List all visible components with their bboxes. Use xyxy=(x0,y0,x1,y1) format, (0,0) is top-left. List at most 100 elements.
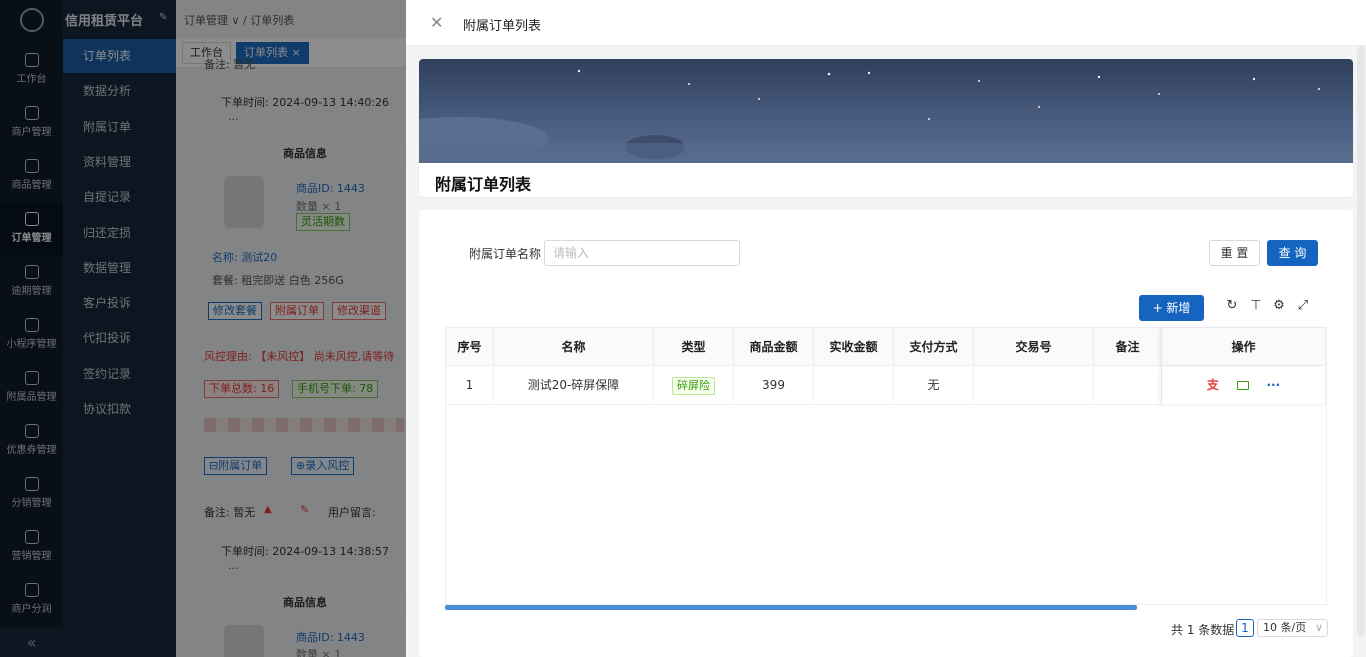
product-info-header: 商品信息 xyxy=(204,143,406,165)
modify-package-button[interactable]: 修改套餐 xyxy=(208,302,262,320)
rail-item-5[interactable]: 小程序管理 xyxy=(0,309,63,361)
cell-pay-method: 无 xyxy=(894,366,974,405)
order-time-2: 下单时间: 2024-09-13 14:38:57 xyxy=(221,545,390,558)
cell-trade-no xyxy=(974,366,1094,405)
edit-icon[interactable]: ✎ xyxy=(300,503,309,516)
page-title: 附属订单列表 xyxy=(435,175,532,194)
cell-actions: 支 ··· xyxy=(1162,366,1326,405)
sub-order-table: 序号 名称 类型 商品金额 实收金额 支付方式 交易号 备注 操作 1 测试20… xyxy=(445,327,1327,605)
breadcrumb[interactable]: 订单管理 ∨ / 订单列表 xyxy=(184,12,294,28)
col-index: 序号 xyxy=(446,328,494,366)
drawer-header: ✕ 附属订单列表 xyxy=(406,0,1366,46)
cell-amount: 399 xyxy=(734,366,814,405)
order-total-stat: 下单总数: 16 xyxy=(204,380,280,398)
reset-button[interactable]: 重 置 xyxy=(1209,240,1260,266)
risk-reason: 风控理由: 【未风控】 尚未风控,请等待 xyxy=(204,350,395,363)
close-icon[interactable]: × xyxy=(292,46,301,59)
submenu-item-0[interactable]: 订单列表 xyxy=(63,39,176,73)
submenu-item-9[interactable]: 签约记录 xyxy=(63,357,176,391)
rail-item-1[interactable]: 商户管理 xyxy=(0,97,63,149)
rail-item-label: 订单管理 xyxy=(11,233,52,244)
order-note: 备注: 暂无 xyxy=(204,506,256,519)
search-input[interactable]: 请输入 xyxy=(544,240,740,266)
pagination-page[interactable]: 1 xyxy=(1236,619,1254,637)
rail-item-10[interactable]: 商户分润 xyxy=(0,574,63,626)
column-height-icon[interactable]: ⊤ xyxy=(1248,298,1264,314)
user-message: 用户留言: xyxy=(328,506,376,519)
pin-icon[interactable]: ✎ xyxy=(159,12,167,23)
collapse-button[interactable]: « xyxy=(0,628,63,657)
col-amount: 商品金额 xyxy=(734,328,814,366)
rail-item-label: 小程序管理 xyxy=(6,339,57,350)
caret-up-icon[interactable]: ▲ xyxy=(264,504,272,515)
submenu-item-2[interactable]: 附属订单 xyxy=(63,110,176,144)
sub-order-button-2[interactable]: ⊟附属订单 xyxy=(204,457,268,475)
table-horizontal-scrollbar[interactable] xyxy=(445,605,1137,610)
submenu-item-4[interactable]: 自提记录 xyxy=(63,180,176,214)
fullscreen-icon[interactable]: ⤢ xyxy=(1295,298,1311,314)
rail-item-label: 商户管理 xyxy=(11,127,52,138)
watch-icon xyxy=(24,318,39,332)
sub-order-button[interactable]: 附属订单 xyxy=(270,302,324,320)
drawer-scrollbar[interactable] xyxy=(1357,46,1365,636)
query-button[interactable]: 查 询 xyxy=(1267,240,1318,266)
sub-order-button-2-label: 附属订单 xyxy=(218,459,263,472)
chart-icon xyxy=(24,477,39,491)
icon-rail: 工作台商户管理商品管理订单管理逾期管理小程序管理附属品管理优惠券管理分销管理 营销… xyxy=(0,0,63,657)
product-qty: 数量 × 1 xyxy=(296,200,342,213)
rail-item-label: 优惠券管理 xyxy=(6,445,57,456)
col-pay-method: 支付方式 xyxy=(894,328,974,366)
order-time: 下单时间: 2024-09-13 14:40:26 xyxy=(221,96,390,109)
rail-item-6[interactable]: 附属品管理 xyxy=(0,362,63,414)
refresh-icon[interactable]: ↻ xyxy=(1224,298,1240,314)
enter-risk-button[interactable]: ⊕录入风控 xyxy=(291,457,355,475)
rail-item-9[interactable]: 营销管理 xyxy=(0,521,63,573)
rail-item-4[interactable]: 逾期管理 xyxy=(0,256,63,308)
enter-risk-button-label: 录入风控 xyxy=(305,459,350,472)
rail-item-7[interactable]: 优惠券管理 xyxy=(0,415,63,467)
col-actions: 操作 xyxy=(1162,328,1326,366)
more-icon[interactable]: ··· xyxy=(1266,378,1280,392)
apple-icon xyxy=(24,159,39,173)
submenu-item-6[interactable]: 数据管理 xyxy=(63,251,176,285)
top-partial-note: 备注: 暂无 xyxy=(204,58,256,71)
add-button[interactable]: + 新增 xyxy=(1139,295,1204,321)
submenu: 信用租赁平台 ✎ 订单列表 数据分析 附属订单 资料管理 自提记录 归还定损 数据管理 客户投… xyxy=(63,0,176,657)
rail-item-8[interactable]: 分销管理 xyxy=(0,468,63,520)
drawer-title: 附属订单列表 xyxy=(463,19,542,34)
submenu-item-1[interactable]: 数据分析 xyxy=(63,74,176,108)
cell-name: 测试20-碎屏保障 xyxy=(494,366,654,405)
page-size-select[interactable]: 10 条/页 ∨ xyxy=(1257,619,1328,637)
card-icon[interactable] xyxy=(1236,381,1249,390)
submenu-item-3[interactable]: 资料管理 xyxy=(63,145,176,179)
rail-item-label: 商品管理 xyxy=(11,180,52,191)
submenu-item-10[interactable]: 协议扣款 xyxy=(63,392,176,426)
cell-remark xyxy=(1094,366,1162,405)
home-icon xyxy=(24,53,39,67)
product-package: 套餐: 租完即送 白色 256G xyxy=(212,274,344,287)
modify-channel-button[interactable]: 修改渠道 xyxy=(332,302,386,320)
rail-item-3[interactable]: 订单管理 xyxy=(0,203,63,255)
settings-icon[interactable]: ⚙ xyxy=(1271,298,1287,314)
submenu-item-7[interactable]: 客户投诉 xyxy=(63,286,176,320)
cell-index: 1 xyxy=(446,366,494,405)
order-more-dots-2[interactable]: ... xyxy=(228,559,239,572)
content-card: 附属订单名称 请输入 重 置 查 询 + 新增 ↻ ⊤ ⚙ ⤢ 序号 名称 类型… xyxy=(419,210,1353,657)
rail-item-0[interactable]: 工作台 xyxy=(0,44,63,96)
rail-item-label: 工作台 xyxy=(16,74,47,85)
product-image-2 xyxy=(224,625,264,657)
sub-order-drawer: ✕ 附属订单列表 附属订单列表 附属订单名称 请输入 重 置 查 询 + 新增 … xyxy=(406,0,1366,657)
trophy-icon xyxy=(24,212,39,226)
chevron-down-icon: ∨ xyxy=(1314,621,1323,634)
order-more-dots[interactable]: ... xyxy=(228,110,239,123)
close-drawer-icon[interactable]: ✕ xyxy=(430,13,443,32)
product-id: 商品ID: 1443 xyxy=(296,182,365,195)
submenu-item-5[interactable]: 归还定损 xyxy=(63,216,176,250)
rail-item-2[interactable]: 商品管理 xyxy=(0,150,63,202)
rail-item-label: 附属品管理 xyxy=(6,392,57,403)
col-type: 类型 xyxy=(654,328,734,366)
cell-received xyxy=(814,366,894,405)
night-scene-illustration xyxy=(419,69,1353,163)
submenu-item-8[interactable]: 代扣投诉 xyxy=(63,321,176,355)
alipay-icon[interactable]: 支 xyxy=(1207,378,1219,392)
